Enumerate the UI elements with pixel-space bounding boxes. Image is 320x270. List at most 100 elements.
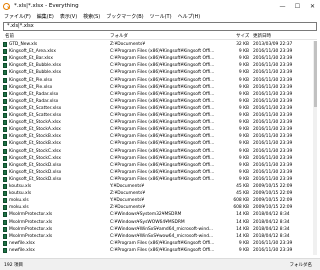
column-header: 名前 フォルダ サイズ 更新日時 [3,32,317,40]
status-bar: 192 項目 フォルダ名 [0,258,320,270]
excel-file-icon [3,191,7,197]
file-size: 9 KB [238,91,249,97]
vertical-scrollbar[interactable] [313,41,317,255]
column-size[interactable]: サイズ [236,33,249,39]
table-row[interactable]: Kingsoft_Et_Scatter.xlsx C:¥Program Files… [3,112,313,119]
file-size: 32 KB [236,42,249,47]
menu-edit[interactable]: 編集(E) [37,13,54,20]
column-name[interactable]: 名前 [5,33,14,39]
menu-bookmarks[interactable]: ブックマーク(B) [106,13,143,20]
table-row[interactable]: Kingsoft_Et_StockA.xlsx C:¥Program Files … [3,119,313,126]
file-path: Z:¥Documents¥ [110,42,146,47]
menu-search[interactable]: 検索(S) [83,13,100,20]
table-row[interactable]: MsoIrmProtector.xls C:¥Windows¥WinSxS¥amd… [3,226,313,233]
file-name-cell: MsoIrmProtector.xls [3,211,107,218]
table-row[interactable]: Kingsoft_Et_StockB.xlsx C:¥Program Files … [3,133,313,140]
table-row[interactable]: Kingsoft_Et_Bubble.xlsx C:¥Program Files … [3,62,313,69]
table-row[interactable]: Kingsoft_Et_StockD.xlsx C:¥Program Files … [3,176,313,183]
file-name: newfile.xlsx [9,240,35,246]
column-modified[interactable]: 更新日時 [253,33,271,39]
file-name-cell: Kingsoft_Et_Area.xlsx [3,48,107,55]
table-row[interactable]: moku.xls Y:¥Documents¥ 608 KB 2009/10/15 22… [3,197,313,204]
file-path: C:¥Program Files (x86)¥Kingsoft¥Kingsoft… [110,49,215,55]
file-name-cell: Kingsoft_Et_Pie.xlsx [3,77,107,84]
table-row[interactable]: Kingsoft_Et_Scatter.xlsx C:¥Program Files… [3,105,313,112]
menu-tools[interactable]: ツール(T) [150,13,172,20]
file-name: Kingsoft_Et_Bubble.xlsx [9,70,62,76]
table-row[interactable]: koutsu.xls Y:¥Documents¥ 45 KB 2009/10/15 2… [3,183,313,190]
table-row[interactable]: Kingsoft_Et_Bubble.xlsx C:¥Program Files … [3,69,313,76]
table-row[interactable]: Kingsoft_Et_StockA.xlsx C:¥Program Files … [3,126,313,133]
file-modified: 2016/11/30 23:39 [253,148,293,154]
file-modified: 2016/11/30 23:39 [253,134,293,140]
file-modified: 2016/11/30 23:39 [253,162,293,168]
file-modified: 2016/11/30 23:39 [253,49,293,55]
file-size: 608 KB [233,198,249,204]
table-row[interactable]: MsoIrmProtector.xls C:¥Windows¥SysWOW64¥M… [3,219,313,226]
excel-file-icon [3,219,7,225]
column-folder[interactable]: フォルダ [110,33,128,39]
file-name: koutsu.xls [9,191,32,197]
table-row[interactable]: Kingsoft_Et_Bar.xlsx C:¥Program Files (x8… [3,55,313,62]
table-row[interactable]: MsoIrmProtector.xls C:¥Windows¥WinSxS¥wow… [3,233,313,240]
minimize-button[interactable]: — [275,0,290,12]
menu-view[interactable]: 表示(V) [60,13,77,20]
table-row[interactable]: GTD_New.xls Z:¥Documents¥ 32 KB 2013/03/09 … [3,41,313,48]
file-modified: 2016/11/30 23:39 [253,240,293,246]
file-name-cell: Kingsoft_Et_StockD.xlsx [3,176,107,183]
file-path: C:¥Program Files (x86)¥Kingsoft¥Kingsoft… [110,155,215,161]
file-path: C:¥Program Files (x86)¥Kingsoft¥Kingsoft… [110,120,215,126]
maximize-button[interactable]: ☐ [290,0,305,12]
magnifier-icon [3,2,10,10]
file-path: C:¥Program Files (x86)¥Kingsoft¥Kingsoft… [110,70,215,76]
file-size: 9 KB [238,155,249,161]
file-path: C:¥Program Files (x86)¥Kingsoft¥Kingsoft… [110,127,215,133]
file-size: 9 KB [238,141,249,147]
table-row[interactable]: Kingsoft_Et_Pie.xlsx C:¥Program Files (x8… [3,84,313,91]
table-row[interactable]: Kingsoft_Et_Radar.xlsx C:¥Program Files (… [3,98,313,105]
table-row[interactable]: Kingsoft_Et_StockD.xlsx C:¥Program Files … [3,162,313,169]
file-name-cell: GTD_New.xls [3,41,107,48]
table-row[interactable]: MsoIrmProtector.xls C:¥Windows¥System32¥M… [3,211,313,218]
table-row[interactable]: Kingsoft_Et_StockC.xlsx C:¥Program Files … [3,155,313,162]
file-name: Kingsoft_Et_Pie.xlsx [9,77,53,83]
excel-file-icon [3,148,7,154]
search-input[interactable]: *.xls|*.xlsx [3,22,317,31]
file-path: C:¥Program Files (x86)¥Kingsoft¥Kingsoft… [110,247,215,253]
file-modified: 2016/11/30 23:39 [253,91,293,97]
file-modified: 2016/11/30 23:39 [253,98,293,104]
menu-file[interactable]: ファイル(F) [4,13,31,20]
file-modified: 2009/10/15 22:09 [253,184,293,189]
excel-file-icon [3,70,7,76]
file-path: C:¥Program Files (x86)¥Kingsoft¥Kingsoft… [110,63,215,69]
excel-file-icon [3,233,7,239]
file-name-cell: Kingsoft_Et_Pie.xlsx [3,84,107,91]
table-row[interactable]: newfile.xlsx C:¥Program Files (x86)¥Kings… [3,247,313,254]
excel-file-icon [3,141,7,147]
excel-file-icon [3,205,7,211]
table-row[interactable]: Kingsoft_Et_Area.xlsx C:¥Program Files (x… [3,48,313,55]
close-button[interactable]: ✕ [305,0,320,12]
file-size: 9 KB [238,120,249,126]
table-row[interactable]: Kingsoft_Et_StockC.xlsx C:¥Program Files … [3,148,313,155]
excel-file-icon [3,56,7,62]
file-modified: 2018/04/12 8:34 [253,219,290,225]
file-name: koutsu.xls [9,184,32,189]
excel-file-icon [3,42,7,48]
file-modified: 2016/11/30 23:39 [253,141,293,147]
excel-file-icon [3,134,7,140]
table-row[interactable]: newfile.xlsx C:¥Program Files (x86)¥Kings… [3,240,313,247]
table-row[interactable]: Kingsoft_Et_Radar.xlsx C:¥Program Files (… [3,91,313,98]
table-row[interactable]: Kingsoft_Et_StockB.xlsx C:¥Program Files … [3,140,313,147]
file-modified: 2009/10/15 22:09 [253,198,293,204]
table-row[interactable]: Kingsoft_Et_Pie.xlsx C:¥Program Files (x8… [3,77,313,84]
file-name: MsoIrmProtector.xls [9,226,53,232]
file-name: newfile.xlsx [9,247,35,253]
excel-file-icon [3,84,7,90]
table-row[interactable]: moku.xls Z:¥Documents¥ 608 KB 2009/10/15 22… [3,204,313,211]
table-row[interactable]: koutsu.xls Z:¥Documents¥ 45 KB 2009/10/15 2… [3,190,313,197]
scrollbar-thumb[interactable] [313,41,317,107]
excel-file-icon [3,212,7,218]
menu-help[interactable]: ヘルプ(H) [178,13,201,20]
table-row[interactable]: Kingsoft_Et_StockD.xlsx C:¥Program Files … [3,169,313,176]
